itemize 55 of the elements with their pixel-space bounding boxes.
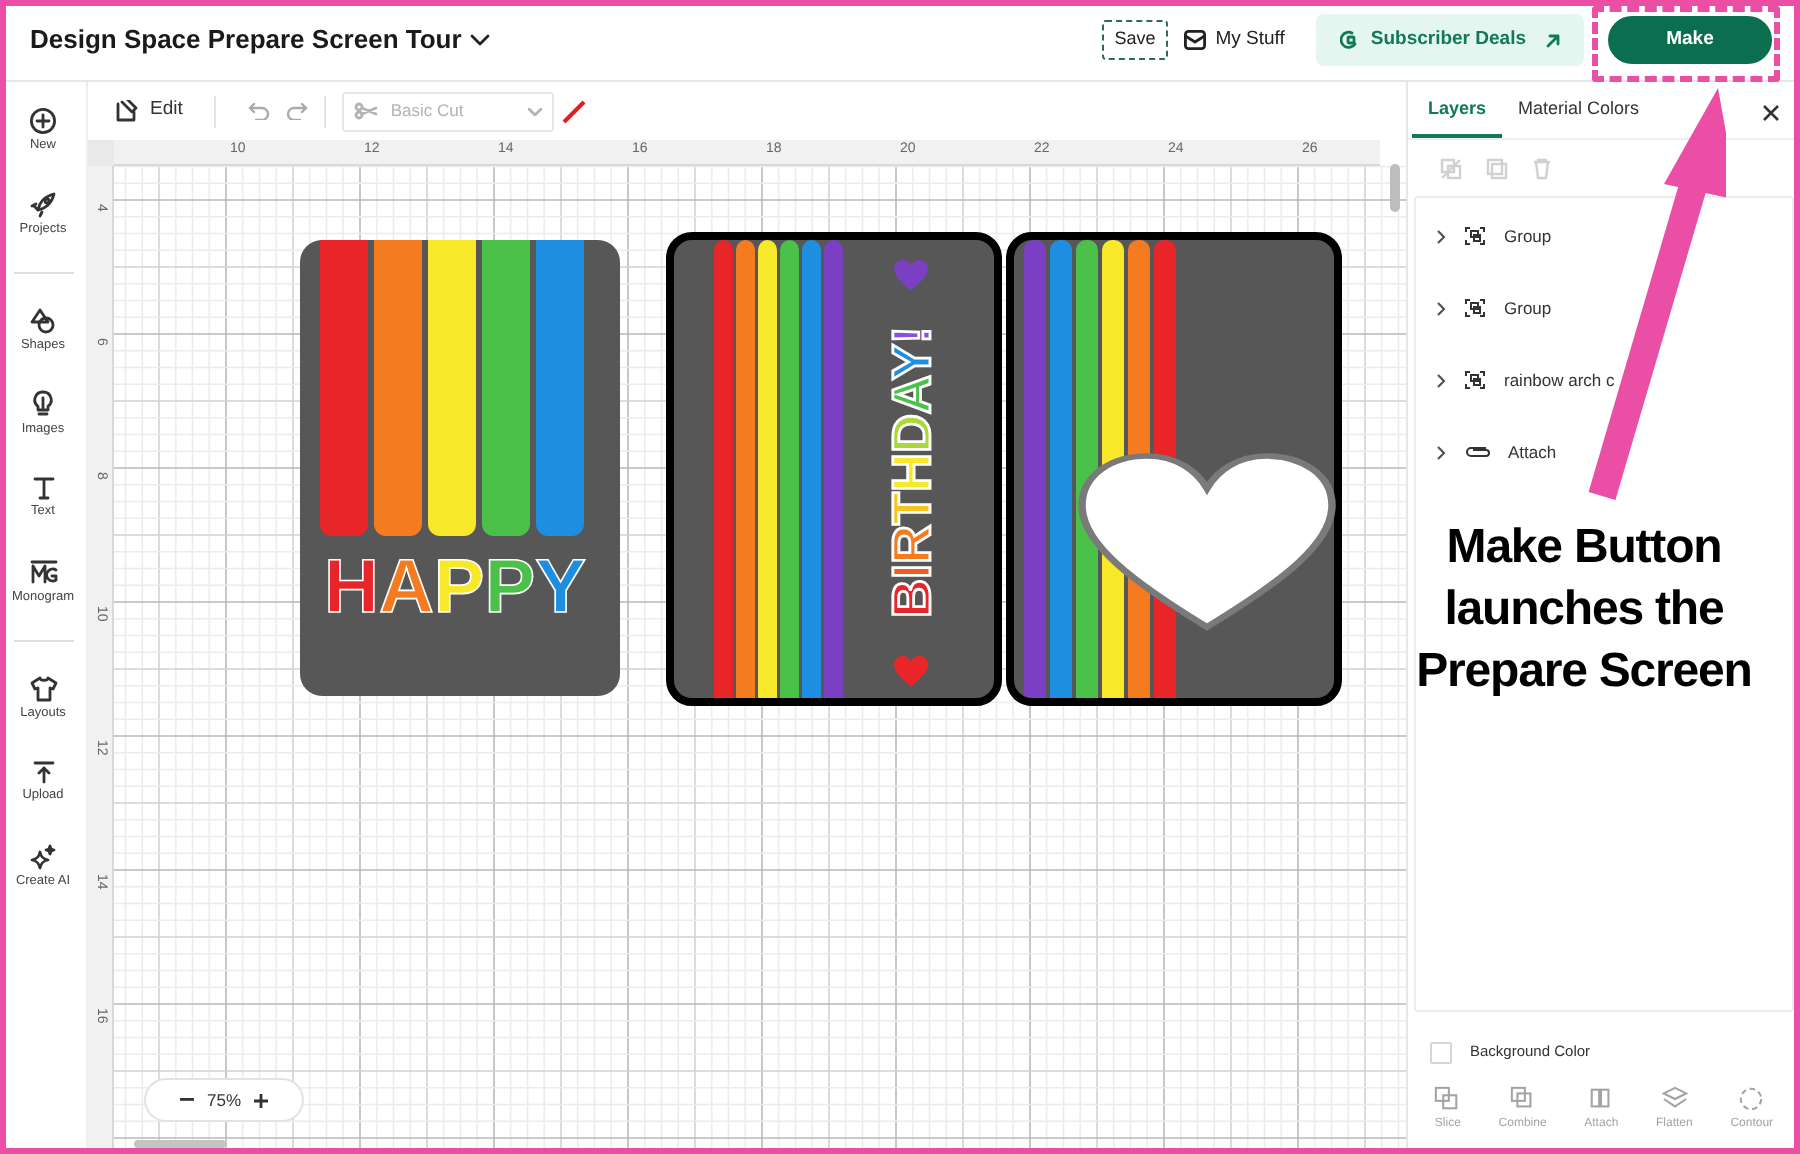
tag-icon — [1340, 30, 1359, 50]
flatten-icon — [1661, 1086, 1688, 1112]
minus-icon[interactable] — [180, 1098, 195, 1102]
chevron-down-icon — [528, 107, 543, 115]
lightbulb-icon — [32, 390, 54, 419]
zoom-level: 75% — [206, 1087, 241, 1113]
annotation-caption: Make Button launches the Prepare Screen — [1414, 518, 1754, 702]
paperclip-icon — [1464, 444, 1490, 460]
chevron-down-icon[interactable] — [469, 34, 490, 46]
layer-item[interactable]: Attach — [1416, 416, 1792, 488]
layer-item[interactable]: rainbow arch c — [1416, 344, 1792, 416]
subscriber-deals-button[interactable]: Subscriber Deals — [1316, 14, 1584, 66]
rocket-icon — [30, 191, 56, 218]
layer-item[interactable]: Group — [1416, 200, 1792, 272]
chevron-right-icon[interactable] — [1436, 301, 1446, 315]
greeting-card[interactable] — [1006, 232, 1342, 706]
my-stuff-button[interactable]: My Stuff — [1183, 25, 1285, 55]
document-title[interactable]: Design Space Prepare Screen Tour — [30, 20, 462, 60]
save-button[interactable]: Save — [1102, 20, 1168, 60]
chevron-right-icon[interactable] — [1436, 445, 1446, 459]
group-icon — [1464, 226, 1486, 246]
edit-icon — [116, 99, 140, 123]
slice-icon — [1434, 1086, 1461, 1112]
make-button[interactable]: Make — [1608, 16, 1772, 64]
card-lettering: BIRTHDAY! — [882, 325, 942, 619]
combine-icon — [1509, 1086, 1536, 1112]
vertical-scrollbar[interactable] — [1390, 164, 1400, 212]
panel-tab[interactable]: Layers — [1412, 84, 1503, 138]
chevron-right-icon[interactable] — [1436, 229, 1446, 243]
no-color-swatch-icon[interactable] — [562, 99, 587, 123]
text-icon — [31, 476, 55, 501]
layer-item[interactable]: Group — [1416, 272, 1792, 344]
sparkle-icon — [30, 843, 56, 870]
checkbox[interactable] — [1430, 1041, 1452, 1063]
plus-icon[interactable] — [253, 1093, 267, 1107]
edit-button[interactable]: Edit — [116, 96, 183, 126]
shirt-icon — [29, 675, 57, 702]
group-icon — [1464, 370, 1486, 390]
greeting-card[interactable]: HAPPY — [300, 240, 620, 696]
plus-circle-icon — [30, 107, 56, 134]
upload-icon — [31, 760, 55, 785]
scissors-icon — [354, 102, 379, 120]
contour-icon — [1738, 1086, 1765, 1112]
chevron-right-icon[interactable] — [1436, 373, 1446, 387]
external-link-icon — [1546, 33, 1560, 47]
card-lettering: HAPPY — [324, 546, 586, 630]
greeting-card[interactable]: BIRTHDAY! — [666, 232, 1002, 706]
tray-icon — [1183, 30, 1206, 50]
shapes-icon — [30, 307, 56, 334]
panel-tab[interactable]: Material Colors — [1502, 84, 1656, 138]
close-icon[interactable] — [1762, 104, 1780, 122]
horizontal-scrollbar[interactable] — [134, 1140, 226, 1148]
monogram-icon — [29, 559, 57, 586]
attach-icon — [1588, 1086, 1615, 1112]
group-icon — [1464, 298, 1486, 318]
